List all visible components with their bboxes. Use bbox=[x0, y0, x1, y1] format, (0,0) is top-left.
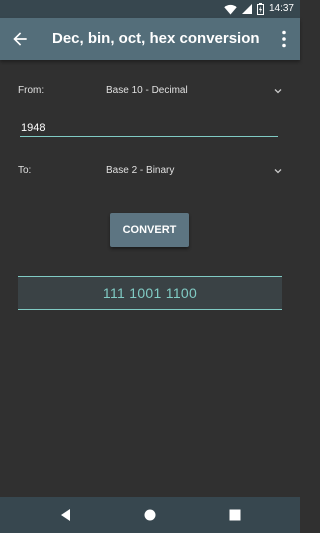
app-bar: Dec, bin, oct, hex conversion bbox=[0, 18, 300, 60]
number-input[interactable] bbox=[20, 120, 279, 136]
more-vert-icon[interactable] bbox=[278, 29, 290, 49]
status-time: 14:37 bbox=[268, 3, 294, 14]
battery-icon bbox=[256, 3, 264, 15]
app-bar-title: Dec, bin, oct, hex conversion bbox=[52, 30, 260, 47]
navigation-bar bbox=[0, 497, 300, 533]
from-label: From: bbox=[18, 85, 45, 96]
status-bar: 14:37 bbox=[0, 0, 300, 18]
signal-icon bbox=[241, 4, 252, 14]
from-row: From: Base 10 - Decimal bbox=[18, 81, 284, 101]
chevron-down-icon bbox=[274, 169, 282, 174]
number-input-wrapper bbox=[20, 118, 279, 137]
arrow-back-icon[interactable] bbox=[10, 29, 30, 49]
from-base-dropdown[interactable]: Base 10 - Decimal bbox=[106, 81, 284, 101]
from-base-value: Base 10 - Decimal bbox=[106, 85, 188, 96]
to-base-value: Base 2 - Binary bbox=[106, 165, 175, 176]
result-display: 111 1001 1100 bbox=[18, 276, 282, 310]
convert-button[interactable]: CONVERT bbox=[110, 213, 189, 247]
back-triangle-icon[interactable] bbox=[58, 507, 74, 523]
status-icons: 14:37 bbox=[224, 2, 294, 16]
to-label: To: bbox=[18, 165, 32, 176]
chevron-down-icon bbox=[274, 89, 282, 94]
to-base-dropdown[interactable]: Base 2 - Binary bbox=[106, 161, 284, 181]
recents-square-icon[interactable] bbox=[227, 507, 243, 523]
to-row: To: Base 2 - Binary bbox=[18, 161, 284, 181]
wifi-icon bbox=[224, 4, 237, 14]
home-circle-icon[interactable] bbox=[142, 507, 158, 523]
